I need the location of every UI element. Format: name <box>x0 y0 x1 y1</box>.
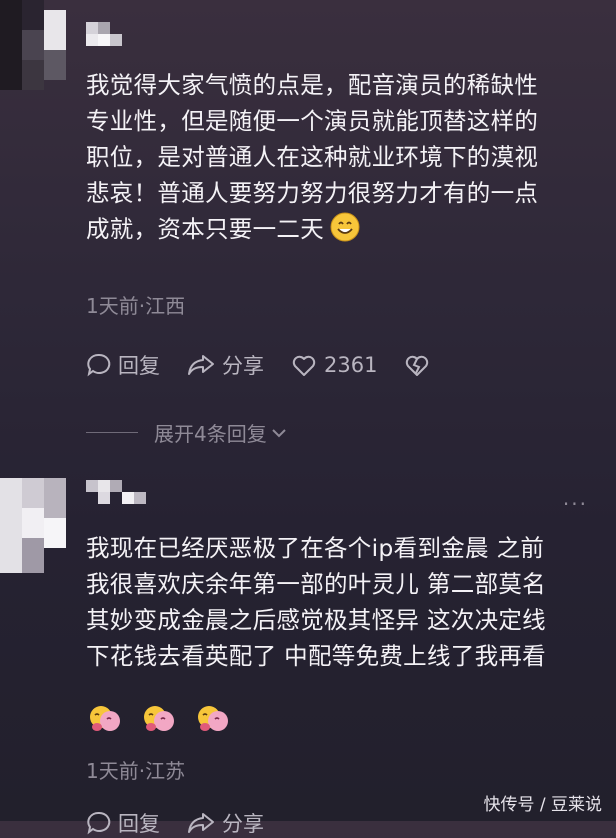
reply-label: 回复 <box>118 354 160 378</box>
watermark: 快传号 / 豆莱说 <box>483 795 602 815</box>
comment-line: 其妙变成金晨之后感觉极其怪异 这次决定线 <box>86 606 546 634</box>
expand-replies-button[interactable]: 展开4条回复 <box>86 418 288 447</box>
expand-replies-label: 展开4条回复 <box>154 422 267 446</box>
avatar[interactable] <box>0 0 68 90</box>
reply-button[interactable]: 回复 <box>86 350 160 380</box>
comment-line: 职位，是对普通人在这种就业环境下的漠视 <box>86 143 539 171</box>
username-blurred[interactable] <box>86 480 146 504</box>
hug-emoji-icon <box>142 703 174 739</box>
chevron-down-icon <box>272 428 286 437</box>
expand-divider <box>86 432 138 433</box>
comment-meta: 1天前·江苏 <box>86 759 186 783</box>
comment-body: 我现在已经厌恶极了在各个ip看到金晨 之前 我很喜欢庆余年第一部的叶灵儿 第二部… <box>86 530 596 674</box>
hug-emoji-icon <box>88 703 120 739</box>
emoji-row <box>88 703 250 739</box>
reply-icon <box>87 353 111 377</box>
reply-label: 回复 <box>118 812 160 836</box>
comment-body: 我觉得大家气愤的点是，配音演员的稀缺性 专业性，但是随便一个演员就能顶替这样的 … <box>86 67 596 252</box>
share-button[interactable]: 分享 <box>186 350 264 380</box>
share-label: 分享 <box>222 354 264 378</box>
comment-line-last: 成就，资本只要一二天 <box>86 211 596 252</box>
avatar[interactable] <box>0 478 68 573</box>
like-button[interactable]: 2361 <box>290 352 377 378</box>
share-button[interactable]: 分享 <box>186 808 264 838</box>
share-label: 分享 <box>222 812 264 836</box>
comment-line: 悲哀！普通人要努力努力很努力才有的一点 <box>86 179 539 207</box>
comment-line: 我觉得大家气愤的点是，配音演员的稀缺性 <box>86 71 539 99</box>
hug-emoji-icon <box>196 703 228 739</box>
comment-meta: 1天前·江西 <box>86 294 186 318</box>
username-blurred[interactable] <box>86 22 126 46</box>
heart-icon <box>292 355 316 376</box>
reply-button[interactable]: 回复 <box>86 808 160 838</box>
comment-line: 我现在已经厌恶极了在各个ip看到金晨 之前 <box>86 534 545 562</box>
comment-actions: 回复 分享 <box>86 808 290 838</box>
comment-line: 专业性，但是随便一个演员就能顶替这样的 <box>86 107 539 135</box>
share-icon <box>188 813 214 833</box>
comment-line: 下花钱去看英配了 中配等免费上线了我再看 <box>86 642 546 670</box>
comment-actions: 回复 分享 2361 <box>86 350 463 380</box>
dislike-button[interactable] <box>403 352 437 378</box>
like-count: 2361 <box>324 353 378 377</box>
more-options-button[interactable]: ··· <box>563 492 588 516</box>
reply-icon <box>87 811 111 835</box>
broken-heart-icon <box>406 355 429 376</box>
comment-line: 我很喜欢庆余年第一部的叶灵儿 第二部莫名 <box>86 570 546 598</box>
share-icon <box>188 355 214 375</box>
smile-emoji-icon <box>330 212 360 252</box>
comment-line: 成就，资本只要一二天 <box>86 215 324 243</box>
